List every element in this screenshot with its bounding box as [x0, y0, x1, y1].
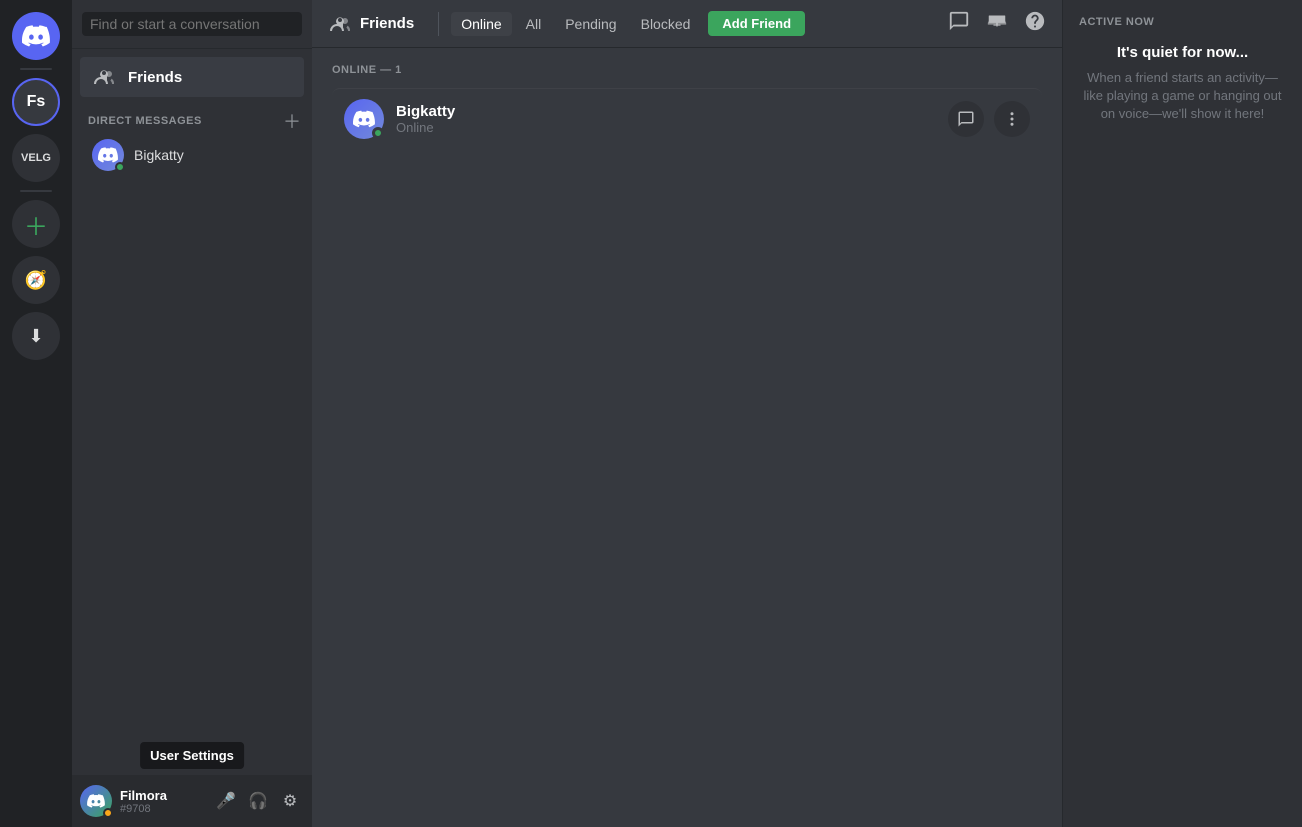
- friend-name-bigkatty: Bigkatty: [396, 103, 948, 120]
- dm-section-title: DIRECT MESSAGES: [88, 115, 202, 127]
- search-bar: [72, 0, 312, 49]
- dm-sidebar: Friends DIRECT MESSAGES ＋ Bigkatty: [72, 0, 312, 827]
- add-friend-button[interactable]: Add Friend: [708, 11, 805, 36]
- new-dm-button[interactable]: ＋: [284, 113, 300, 129]
- tab-all[interactable]: All: [516, 12, 552, 36]
- user-area: Filmora #9708 🎤 🎧 ⚙ User Settings: [72, 775, 312, 827]
- main-content: Friends Online All Pending Blocked Add F…: [312, 0, 1062, 827]
- server-divider: [20, 68, 52, 70]
- user-info: Filmora #9708: [120, 788, 204, 815]
- friends-icon: [92, 65, 116, 89]
- dm-avatar-bigkatty: [92, 139, 124, 171]
- user-name: Filmora: [120, 788, 204, 803]
- download-icon: ⬇: [28, 326, 43, 347]
- active-now-panel: ACTIVE NOW It's quiet for now... When a …: [1062, 0, 1302, 827]
- server-icon-velg[interactable]: VELG: [12, 134, 60, 182]
- inbox-icon[interactable]: [986, 10, 1008, 38]
- user-discriminator: #9708: [120, 803, 204, 815]
- server-velg-label: VELG: [21, 152, 51, 164]
- dm-sidebar-content: Friends DIRECT MESSAGES ＋ Bigkatty: [72, 49, 312, 775]
- quiet-description: When a friend starts an activity—like pl…: [1079, 69, 1286, 124]
- server-icon-add[interactable]: ＋: [12, 200, 60, 248]
- friend-message-button[interactable]: [948, 101, 984, 137]
- server-icon-home[interactable]: [12, 12, 60, 60]
- add-server-icon: ＋: [24, 207, 48, 242]
- top-bar-friends-label: Friends: [360, 15, 414, 32]
- help-icon[interactable]: [1024, 10, 1046, 38]
- server-icon-download[interactable]: ⬇: [12, 312, 60, 360]
- dm-username-bigkatty: Bigkatty: [134, 147, 184, 163]
- online-count-header: ONLINE — 1: [332, 64, 1042, 76]
- dm-section-header: DIRECT MESSAGES ＋: [72, 97, 312, 133]
- tab-online[interactable]: Online: [451, 12, 511, 36]
- active-now-title: ACTIVE NOW: [1079, 16, 1286, 28]
- friend-online-dot-bigkatty: [372, 127, 384, 139]
- deafen-button[interactable]: 🎧: [244, 787, 272, 815]
- friends-area: ONLINE — 1 Bigkatty Online: [312, 48, 1062, 827]
- quiet-title: It's quiet for now...: [1079, 44, 1286, 61]
- friend-info-bigkatty: Bigkatty Online: [396, 103, 948, 135]
- friend-avatar-bigkatty: [344, 99, 384, 139]
- user-controls: 🎤 🎧 ⚙: [212, 787, 304, 815]
- mute-button[interactable]: 🎤: [212, 787, 240, 815]
- server-icon-fs[interactable]: Fs: [12, 78, 60, 126]
- server-icon-explore[interactable]: 🧭: [12, 256, 60, 304]
- sidebar-item-friends[interactable]: Friends: [80, 57, 304, 97]
- friend-row-bigkatty[interactable]: Bigkatty Online: [332, 88, 1042, 149]
- top-bar-divider: [438, 12, 439, 36]
- online-status-dot: [115, 162, 125, 172]
- user-status-dot: [103, 808, 113, 818]
- friend-more-button[interactable]: [994, 101, 1030, 137]
- friends-header-icon: [328, 12, 352, 36]
- new-group-dm-icon[interactable]: [948, 10, 970, 38]
- server-sidebar: Fs VELG ＋ 🧭 ⬇: [0, 0, 72, 827]
- dm-user-bigkatty[interactable]: Bigkatty: [80, 133, 304, 177]
- user-avatar: [80, 785, 112, 817]
- tab-blocked[interactable]: Blocked: [631, 12, 701, 36]
- top-bar-icons: [948, 10, 1046, 38]
- friend-status-bigkatty: Online: [396, 120, 948, 135]
- explore-icon: 🧭: [25, 270, 47, 291]
- top-bar: Friends Online All Pending Blocked Add F…: [312, 0, 1062, 48]
- user-settings-button[interactable]: ⚙: [276, 787, 304, 815]
- search-input[interactable]: [82, 12, 302, 36]
- friend-actions-bigkatty: [948, 101, 1030, 137]
- server-divider-2: [20, 190, 52, 192]
- server-fs-label: Fs: [27, 93, 46, 111]
- friends-label: Friends: [128, 69, 182, 86]
- tab-pending[interactable]: Pending: [555, 12, 626, 36]
